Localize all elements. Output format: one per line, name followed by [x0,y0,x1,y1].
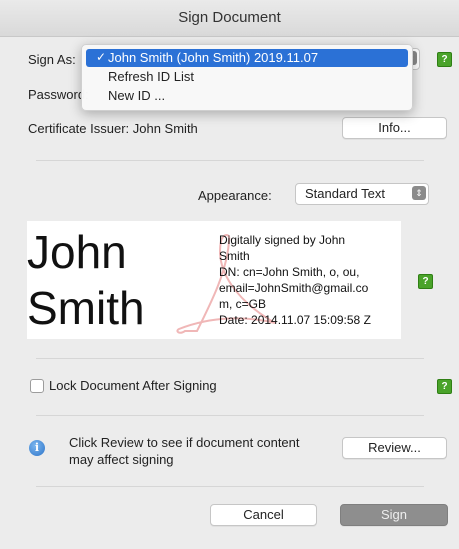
dropdown-item-refresh[interactable]: Refresh ID List [108,69,194,84]
review-message: Click Review to see if document content … [69,434,300,468]
signature-detail-line: DN: cn=John Smith, o, ou, [219,265,360,279]
info-icon: i [29,440,45,456]
appearance-label: Appearance: [198,188,272,203]
lock-document-checkbox[interactable] [30,379,44,393]
signature-details: Digitally signed by John Smith DN: cn=Jo… [219,232,397,328]
help-icon[interactable]: ? [437,379,452,394]
dropdown-item-label: John Smith (John Smith) 2019.11.07 [108,50,319,65]
sign-button[interactable]: Sign [340,504,448,526]
separator [36,415,424,416]
signature-detail-line: m, c=GB [219,297,267,311]
info-button[interactable]: Info... [342,117,447,139]
appearance-select[interactable]: Standard Text ⇕ [295,183,429,205]
password-label: Password: [28,87,89,102]
checkmark-icon: ✓ [96,50,107,64]
certificate-issuer-label: Certificate Issuer: John Smith [28,121,198,136]
appearance-value: Standard Text [305,186,385,201]
review-message-line: may affect signing [69,452,174,467]
separator [36,486,424,487]
cancel-button[interactable]: Cancel [210,504,317,526]
sign-as-label: Sign As: [28,52,76,67]
separator [36,358,424,359]
separator [36,160,424,161]
signature-detail-line: Date: 2014.11.07 15:09:58 Z [219,313,371,327]
review-message-line: Click Review to see if document content [69,435,300,450]
signature-detail-line: Smith [219,249,250,263]
signature-preview: John Smith Digitally signed by John Smit… [27,221,401,339]
signature-name-line2: Smith [27,282,145,334]
help-icon[interactable]: ? [418,274,433,289]
dialog-title: Sign Document [178,9,281,26]
help-icon[interactable]: ? [437,52,452,67]
title-bar: Sign Document [0,0,459,37]
lock-document-label[interactable]: Lock Document After Signing [49,378,217,393]
dropdown-item-selected[interactable]: ✓ John Smith (John Smith) 2019.11.07 [86,49,408,67]
signature-detail-line: email=JohnSmith@gmail.co [219,281,369,295]
signature-name-line1: John [27,226,127,278]
chevron-up-down-icon: ⇕ [412,186,426,200]
dropdown-item-new-id[interactable]: New ID ... [108,88,165,103]
sign-document-dialog: Sign Document Sign As: ⇕ ? Password: Cer… [0,0,459,549]
review-button[interactable]: Review... [342,437,447,459]
signature-detail-line: Digitally signed by John [219,233,346,247]
sign-as-dropdown-menu: ✓ John Smith (John Smith) 2019.11.07 Ref… [81,44,413,111]
